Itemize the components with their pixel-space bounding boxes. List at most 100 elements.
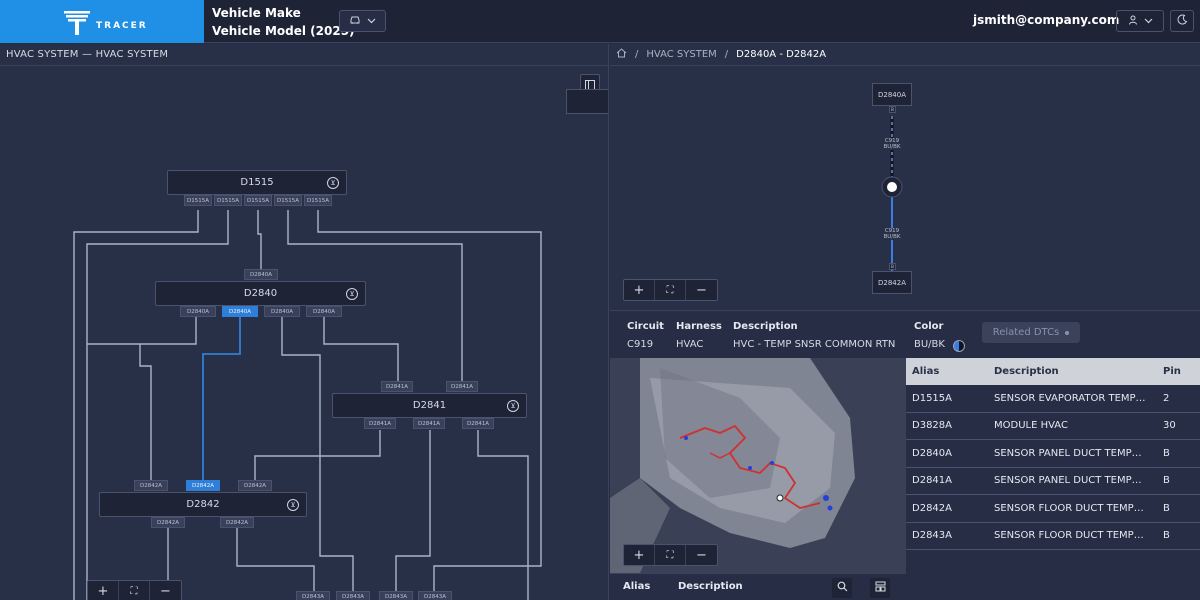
breadcrumb-root[interactable]: HVAC SYSTEM [646, 49, 716, 60]
pin-d1515a[interactable]: D1515A [274, 195, 302, 206]
fit-view-button[interactable]: ⛶ [119, 581, 150, 600]
pin-d2843a[interactable]: D2843A [336, 591, 370, 600]
pin-d2843a[interactable]: D2843A [296, 591, 330, 600]
pin-d2842a[interactable]: D2842A [151, 517, 185, 528]
breadcrumb: / HVAC SYSTEM / D2840A - D2842A [616, 48, 826, 61]
pin-d2841a[interactable]: D2841A [462, 418, 494, 429]
pin-d1515a[interactable]: D1515A [244, 195, 272, 206]
zoom-out-button[interactable]: − [686, 545, 717, 565]
description-cell: SENSOR PANEL DUCT TEMP… [994, 447, 1142, 459]
zoom-out-button[interactable]: − [686, 280, 717, 300]
tracer-logo[interactable]: TRACER [0, 0, 204, 43]
pin-d2840a[interactable]: D2840A [306, 306, 342, 317]
alias-table-header: Alias Description Pin [906, 358, 1200, 385]
wire-label-top: C919 BU/BK [872, 138, 912, 150]
offscreen-node[interactable] [566, 89, 608, 114]
pin-cell: 30 [1163, 420, 1176, 432]
wire [477, 430, 529, 600]
pin-cell: B [1163, 530, 1170, 542]
description-cell: SENSOR EVAPORATOR TEMP… [994, 392, 1146, 404]
wire [236, 528, 315, 600]
fit-icon: ⛶ [666, 284, 674, 296]
pin-d2842a-top[interactable]: D2842A [238, 480, 272, 491]
pin-d1515a[interactable]: D1515A [184, 195, 212, 206]
table-row[interactable]: D2840A SENSOR PANEL DUCT TEMP… B [906, 440, 1200, 468]
pin-d2843a[interactable]: D2843A [418, 591, 452, 600]
fit-icon: ⛶ [666, 549, 674, 561]
description-value: HVC - TEMP SNSR COMMON RTN [733, 339, 896, 350]
breadcrumb-separator: / [635, 49, 639, 60]
table-row[interactable]: D3828A MODULE HVAC 30 [906, 413, 1200, 440]
description-cell: MODULE HVAC [994, 420, 1068, 432]
pin-d2840a-top[interactable]: D2840A [244, 269, 278, 280]
vehicle-selector-label: Vehicle Make Vehicle Model (2025) [212, 4, 355, 40]
description-column-header[interactable]: Description [994, 366, 1157, 377]
table-row[interactable]: D2843A SENSOR FLOOR DUCT TEMP… B [906, 523, 1200, 550]
search-button[interactable] [832, 578, 852, 598]
pin-d2842a-top[interactable]: D2842A [134, 480, 168, 491]
pin-column-header[interactable]: Pin [1157, 366, 1197, 377]
vehicle-dropdown-button[interactable] [339, 10, 386, 32]
pin-d2841a[interactable]: D2841A [413, 418, 445, 429]
wire [257, 210, 262, 269]
pin-d2841a[interactable]: D2841A [364, 418, 396, 429]
3d-model-view[interactable]: + ⛶ − [610, 358, 906, 573]
pin-d2840a[interactable]: D2840A [264, 306, 300, 317]
user-icon [1128, 15, 1138, 28]
circuit-node-bottom[interactable]: D2842A [872, 271, 912, 294]
table-row[interactable]: D2841A SENSOR PANEL DUCT TEMP… B [906, 468, 1200, 495]
table-row[interactable]: D2842A SENSOR FLOOR DUCT TEMP… B [906, 495, 1200, 523]
pin-d2840a-selected[interactable]: D2840A [222, 306, 258, 317]
car-icon [349, 15, 361, 28]
wire [395, 430, 431, 600]
chevron-down-icon [1144, 16, 1153, 27]
model-zoom-controls: + ⛶ − [623, 544, 718, 566]
color-value: BU/BK [914, 339, 945, 350]
brand-name: TRACER [96, 20, 148, 31]
fit-view-button[interactable]: ⛶ [655, 280, 686, 300]
pin-d2842a-selected[interactable]: D2842A [186, 480, 220, 491]
schematic-zoom-controls: + ⛶ − [87, 580, 182, 600]
pin-d2842a[interactable]: D2842A [220, 517, 254, 528]
table-row[interactable]: D1515A SENSOR EVAPORATOR TEMP… 2 [906, 385, 1200, 413]
schematic-pane[interactable]: HVAC SYSTEM — HVAC SYSTEM D1515 ⊻ D1515A… [0, 44, 609, 600]
user-menu-button[interactable] [1116, 10, 1164, 32]
alias-cell: D1515A [912, 392, 952, 404]
zoom-in-button[interactable]: + [88, 581, 119, 600]
circuit-pin-bottom[interactable]: B [889, 263, 896, 270]
alias-column-header[interactable]: Alias [906, 366, 994, 377]
pin-cell: B [1163, 475, 1170, 487]
alias-cell: D2842A [912, 502, 952, 514]
plus-icon: + [97, 583, 109, 599]
filter-button[interactable] [870, 578, 890, 598]
pin-d2841a-top[interactable]: D2841A [446, 381, 478, 392]
theme-toggle-button[interactable] [1170, 10, 1194, 32]
wire-label-color: BU/BK [883, 144, 901, 150]
color-swatch-icon [953, 340, 965, 352]
zoom-out-button[interactable]: − [150, 581, 181, 600]
home-icon[interactable] [616, 48, 627, 61]
harness-value: HVAC [676, 339, 704, 350]
circuit-node-top[interactable]: D2840A [872, 83, 912, 106]
breadcrumb-current: D2840A - D2842A [736, 49, 827, 60]
zoom-in-button[interactable]: + [624, 545, 655, 565]
circuit-value: C919 [627, 339, 654, 350]
zoom-in-button[interactable]: + [624, 280, 655, 300]
pin-d2843a[interactable]: D2843A [379, 591, 413, 600]
pin-d1515a[interactable]: D1515A [214, 195, 242, 206]
fit-icon: ⛶ [130, 585, 138, 597]
node-d2842[interactable]: D2842 ⊻ [99, 492, 307, 517]
pin-d2841a-top[interactable]: D2841A [381, 381, 413, 392]
node-d2840[interactable]: D2840 ⊻ [155, 281, 366, 306]
node-d2841[interactable]: D2841 ⊻ [332, 393, 527, 418]
node-d1515[interactable]: D1515 ⊻ [167, 170, 347, 195]
circuit-view[interactable]: D2840A B C919 BU/BK C919 BU/BK B D2842A … [610, 66, 1200, 311]
pin-d1515a[interactable]: D1515A [304, 195, 332, 206]
wire-label-bottom: C919 BU/BK [872, 228, 912, 240]
related-dtcs-button[interactable]: Related DTCs [982, 322, 1080, 343]
selected-wire [202, 317, 241, 484]
circuit-pin-top[interactable]: B [889, 106, 896, 113]
fit-view-button[interactable]: ⛶ [655, 545, 686, 565]
pin-d2840a[interactable]: D2840A [180, 306, 216, 317]
top-bar: TRACER Vehicle Make Vehicle Model (2025)… [0, 0, 1200, 43]
